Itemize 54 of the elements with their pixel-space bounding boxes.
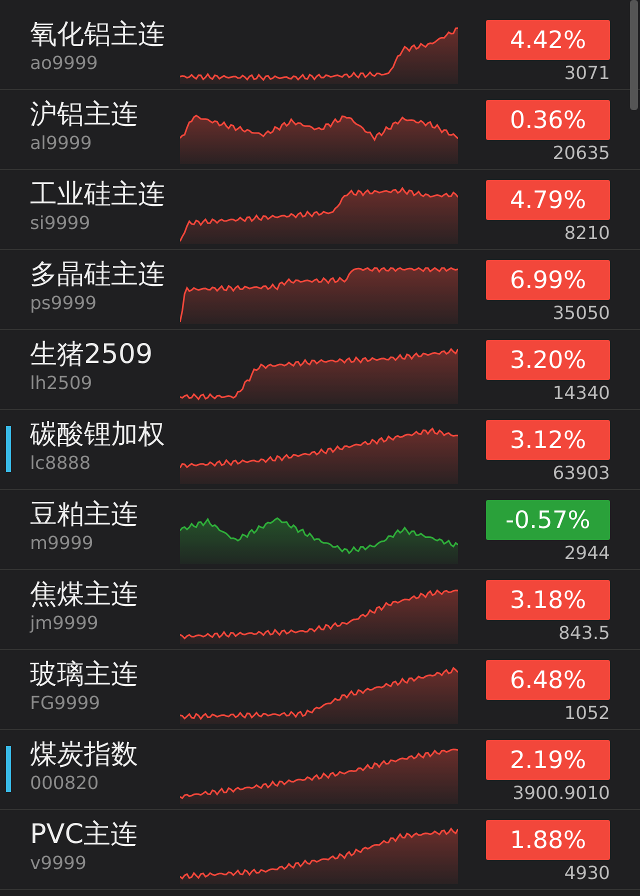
change-badge[interactable]: 3.12%: [486, 420, 610, 460]
price-value: 2944: [564, 542, 610, 566]
quote-row[interactable]: 豆粕主连 m9999 -0.57% 2944: [0, 490, 640, 570]
change-badge[interactable]: 4.42%: [486, 20, 610, 60]
quote-row[interactable]: 生猪2509 lh2509 3.20% 14340: [0, 330, 640, 410]
contract-name: 生猪2509: [30, 338, 154, 372]
price-value: 35050: [552, 302, 610, 326]
contract-name: 豆粕主连: [30, 498, 139, 532]
contract-code: lh2509: [30, 372, 94, 396]
contract-name: 玻璃主连: [30, 658, 139, 692]
price-value: 1052: [564, 702, 610, 726]
change-badge[interactable]: 3.20%: [486, 340, 610, 380]
price-value: 3071: [564, 62, 610, 86]
contract-code: al9999: [30, 132, 93, 156]
quote-row[interactable]: 多晶硅主连 ps9999 6.99% 35050: [0, 250, 640, 330]
contract-code: FG9999: [30, 692, 102, 716]
contract-name: 多晶硅主连: [30, 258, 166, 292]
price-value: 20635: [552, 142, 610, 166]
contract-code: lc8888: [30, 452, 92, 476]
change-badge[interactable]: 3.18%: [486, 580, 610, 620]
contract-name: 煤炭指数: [30, 738, 139, 772]
contract-code: v9999: [30, 852, 88, 876]
contract-code: ps9999: [30, 292, 98, 316]
contract-code: m9999: [30, 532, 94, 556]
change-badge[interactable]: 0.36%: [486, 100, 610, 140]
change-badge[interactable]: 6.48%: [486, 660, 610, 700]
change-badge[interactable]: 2.19%: [486, 740, 610, 780]
contract-name: 碳酸锂加权: [30, 418, 166, 452]
change-badge[interactable]: 4.79%: [486, 180, 610, 220]
price-value: 14340: [552, 382, 610, 406]
price-value: 4930: [564, 862, 610, 886]
contract-code: jm9999: [30, 612, 100, 636]
change-badge[interactable]: 6.99%: [486, 260, 610, 300]
change-badge[interactable]: 1.88%: [486, 820, 610, 860]
quote-row[interactable]: PVC主连 v9999 1.88% 4930: [0, 810, 640, 890]
quote-row[interactable]: 工业硅主连 si9999 4.79% 8210: [0, 170, 640, 250]
contract-name: 氧化铝主连: [30, 18, 166, 52]
contract-name: 工业硅主连: [30, 178, 166, 212]
price-value: 8210: [564, 222, 610, 246]
price-value: 63903: [552, 462, 610, 486]
price-value: 843.5: [558, 622, 610, 646]
contract-name: PVC主连: [30, 818, 139, 852]
contract-name: 焦煤主连: [30, 578, 139, 612]
quote-row[interactable]: 沪铝主连 al9999 0.36% 20635: [0, 90, 640, 170]
contract-code: ao9999: [30, 52, 99, 76]
quote-row[interactable]: 焦煤主连 jm9999 3.18% 843.5: [0, 570, 640, 650]
contract-code: si9999: [30, 212, 92, 236]
quote-row[interactable]: 氧化铝主连 ao9999 4.42% 3071: [0, 10, 640, 90]
quote-row[interactable]: 玻璃主连 FG9999 6.48% 1052: [0, 650, 640, 730]
quote-row[interactable]: 煤炭指数 000820 2.19% 3900.9010: [0, 730, 640, 810]
contract-code: 000820: [30, 772, 100, 796]
contract-name: 沪铝主连: [30, 98, 139, 132]
quote-row[interactable]: 碳酸锂加权 lc8888 3.12% 63903: [0, 410, 640, 490]
price-value: 3900.9010: [512, 782, 610, 806]
